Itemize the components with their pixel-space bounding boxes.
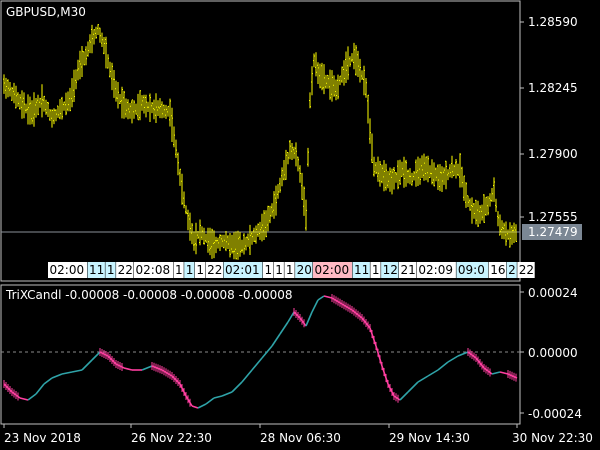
- indicator-tick-label: -0.00024: [528, 407, 582, 421]
- trix-segment: [279, 321, 289, 335]
- indicator-tick-label: 0.00000: [528, 346, 578, 360]
- trix-segment: [19, 397, 29, 401]
- trix-segment: [251, 357, 263, 371]
- trix-segment: [81, 359, 93, 371]
- session-label: 1: [175, 263, 183, 277]
- price-bars: [3, 24, 517, 260]
- trix-segment: [91, 351, 101, 361]
- trix-segment: [381, 365, 389, 385]
- session-label: 02:00: [315, 263, 350, 277]
- price-tick-label: 1.28590: [528, 15, 578, 29]
- indicator-label: TriXCandl -0.00008 -0.00008 -0.00008 -0.…: [5, 288, 293, 302]
- trix-segment: [71, 369, 83, 373]
- trix-segment: [221, 391, 233, 397]
- trix-indicator: [3, 294, 518, 409]
- trix-segment: [179, 383, 187, 397]
- trix-segment: [375, 345, 383, 367]
- trix-segment: [287, 311, 295, 323]
- trading-chart[interactable]: 1.28590 1.28245 1.27900 1.27555 1.27479 …: [0, 0, 600, 450]
- trix-segment: [27, 393, 37, 401]
- price-tick-label: 1.27555: [528, 210, 578, 224]
- trix-segment: [123, 367, 133, 371]
- trix-segment: [241, 369, 253, 383]
- current-price-tag: 1.27479: [522, 224, 582, 240]
- trix-segment: [417, 375, 429, 383]
- session-label: 11: [354, 263, 369, 277]
- session-label: 02:01: [225, 263, 260, 277]
- indicator-axis: 0.00024 0.00000 -0.00024: [520, 286, 582, 421]
- session-label: 1: [196, 263, 204, 277]
- price-axis: 1.28590 1.28245 1.27900 1.27555: [520, 15, 578, 224]
- trix-segment: [447, 355, 459, 363]
- session-label: 09:0: [458, 263, 485, 277]
- time-axis: 23 Nov 2018 26 Nov 22:30 28 Nov 06:30 29…: [3, 424, 593, 445]
- session-label: 1: [275, 263, 283, 277]
- session-label: 1: [286, 263, 294, 277]
- trix-segment: [407, 381, 419, 393]
- symbol-label: GBPUSD,M30: [6, 5, 86, 19]
- session-label: 22: [118, 263, 133, 277]
- trix-segment: [43, 377, 53, 385]
- trix-segment: [197, 403, 207, 409]
- trix-segment: [51, 373, 63, 379]
- session-label: 02:08: [136, 263, 171, 277]
- current-price-label: 1.27479: [528, 225, 578, 239]
- session-label: 1: [186, 263, 194, 277]
- trix-segment: [61, 371, 73, 375]
- trix-segment: [271, 333, 281, 347]
- trix-segment: [191, 405, 199, 409]
- trix-segment: [185, 395, 193, 407]
- trix-segment: [231, 381, 243, 393]
- session-label: 1: [265, 263, 273, 277]
- trix-segment: [35, 383, 45, 395]
- trix-segment: [213, 395, 223, 399]
- session-label: 22: [207, 263, 222, 277]
- session-label: 2: [508, 263, 516, 277]
- trix-segment: [427, 369, 439, 377]
- trix-segment: [499, 371, 509, 375]
- session-label: 20: [297, 263, 312, 277]
- trix-segment: [387, 383, 395, 397]
- trix-segment: [299, 317, 307, 327]
- trix-segment: [369, 327, 377, 347]
- price-tick-label: 1.27900: [528, 147, 578, 161]
- session-label: 1: [107, 263, 115, 277]
- trix-segment: [311, 299, 319, 313]
- trix-segment: [457, 351, 469, 357]
- time-axis-label: 26 Nov 22:30: [131, 431, 212, 445]
- session-label: 12: [383, 263, 398, 277]
- price-tick-label: 1.28245: [528, 81, 578, 95]
- session-label: 21: [401, 263, 416, 277]
- trix-segment: [317, 295, 325, 301]
- trix-segment: [399, 391, 409, 401]
- trix-segment: [305, 311, 313, 327]
- session-label: 02:00: [50, 263, 85, 277]
- time-axis-label: 28 Nov 06:30: [260, 431, 341, 445]
- indicator-pane-frame: [0, 284, 521, 425]
- trix-segment: [205, 397, 215, 405]
- session-labels: 02:00 11 1 22 02:08 1 1 1 22 02:01 1 1 1 20 02:00 11 1 12…: [48, 262, 535, 278]
- session-label: 02:09: [418, 263, 453, 277]
- time-axis-label: 30 Nov 22:30: [512, 431, 593, 445]
- time-axis-label: 23 Nov 2018: [4, 431, 81, 445]
- session-label: 16: [490, 263, 505, 277]
- trix-segment: [141, 365, 153, 371]
- session-label: 22: [519, 263, 534, 277]
- time-axis-label: 29 Nov 14:30: [389, 431, 470, 445]
- trix-segment: [293, 311, 301, 319]
- session-label: 1: [372, 263, 380, 277]
- trix-segment: [261, 345, 273, 359]
- trix-segment: [491, 371, 501, 375]
- session-label: 11: [89, 263, 104, 277]
- trix-segment: [437, 361, 449, 371]
- trix-segment: [393, 395, 401, 401]
- indicator-tick-label: 0.00024: [528, 286, 578, 300]
- trix-segment: [323, 295, 333, 299]
